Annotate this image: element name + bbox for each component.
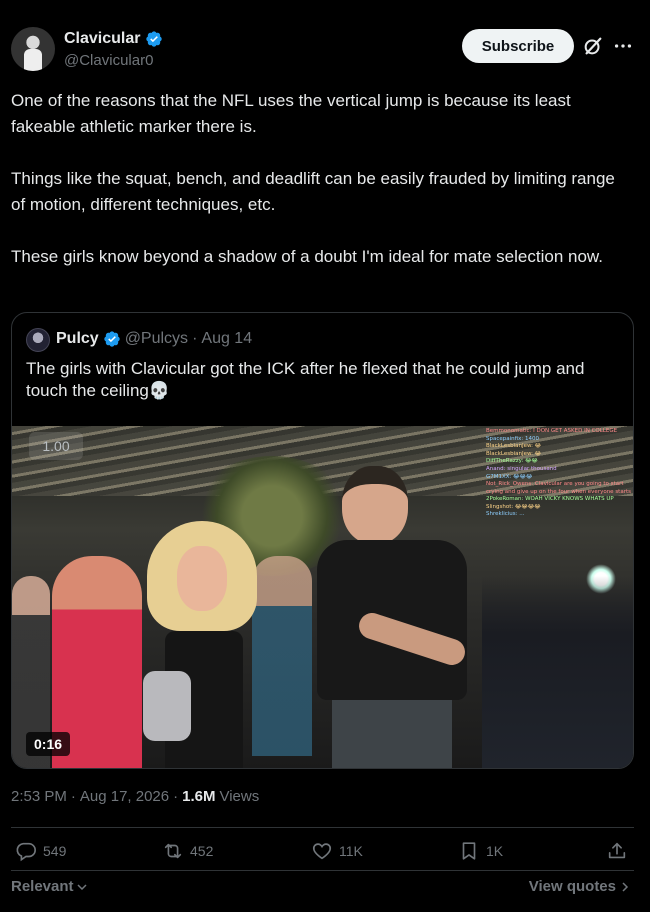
chevron-down-icon: [77, 883, 87, 890]
bookmark-count: 1K: [486, 843, 504, 859]
replies-footer: Relevant View quotes: [11, 878, 634, 898]
separator-dot: ·: [192, 330, 198, 347]
tweet-text: One of the reasons that the NFL uses the…: [11, 88, 626, 296]
video-frame-crowd: [482, 576, 633, 768]
author-handle[interactable]: @Clavicular0: [64, 52, 153, 69]
separator-dot: ·: [173, 788, 179, 805]
post-date[interactable]: Aug 17, 2026: [80, 788, 169, 805]
view-quotes-link[interactable]: View quotes: [529, 878, 630, 895]
quote-date[interactable]: Aug 14: [201, 330, 252, 348]
stream-chat-overlay: Bemmonomatic: I DON GET ASKED IN COLLEGE…: [482, 426, 633, 541]
chat-line: Spacepainfix: 1400: [486, 435, 539, 442]
quote-author-avatar[interactable]: [26, 328, 50, 352]
reply-count: 549: [43, 843, 67, 859]
chat-line: 2PokeRoman: WOAH VICKY KNOWS WHATS UP: [486, 496, 614, 503]
chat-line: Shreklicius: ...: [486, 511, 525, 518]
sort-label: Relevant: [11, 878, 74, 895]
chat-line: BlackLesbianJew: 😂: [486, 450, 542, 457]
like-count: 11K: [339, 843, 363, 859]
views-count: 1.6M: [182, 788, 216, 805]
separator-dot: ·: [70, 788, 76, 805]
like-button[interactable]: 11K: [311, 840, 363, 862]
tweet-paragraph: One of the reasons that the NFL uses the…: [11, 91, 571, 136]
repost-icon: [164, 843, 182, 859]
chat-line: Slingshot: 😂😂😂😂: [486, 503, 541, 510]
chat-line: Anand: singular thousand: [486, 465, 557, 472]
view-quotes-label: View quotes: [528, 878, 616, 895]
author-avatar[interactable]: [11, 27, 55, 71]
video-duration-badge: 0:16: [26, 732, 71, 756]
heart-icon: [312, 843, 332, 860]
repost-count: 452: [190, 843, 214, 859]
grok-icon[interactable]: [582, 35, 604, 57]
author-name[interactable]: Clavicular: [64, 30, 140, 48]
quoted-tweet[interactable]: Pulcy @Pulcys · Aug 14 The girls with Cl…: [11, 312, 634, 769]
playback-speed-badge[interactable]: 1.00: [29, 432, 83, 460]
tweet-paragraph: Things like the squat, bench, and deadli…: [11, 169, 615, 214]
chat-line: DiffTheRazzy: 😂😂: [486, 458, 538, 465]
author-name-row: Clavicular: [64, 30, 163, 48]
share-icon: [608, 842, 626, 859]
quote-author-row: Pulcy @Pulcys · Aug 14: [56, 330, 252, 348]
video-frame-man: [317, 466, 487, 768]
post-metadata: 2:53 PM · Aug 17, 2026 · 1.6M Views: [11, 788, 259, 805]
bookmark-icon: [462, 842, 476, 860]
post-header: Clavicular @Clavicular0 Subscribe: [0, 0, 650, 80]
chat-line: BlackLesbianJew: 😂: [486, 443, 542, 450]
reply-button[interactable]: 549: [15, 840, 66, 862]
quote-author-name[interactable]: Pulcy: [56, 330, 99, 348]
verified-badge-icon: [146, 31, 163, 47]
video-frame-girl: [143, 521, 257, 768]
quote-author-handle: @Pulcys: [124, 330, 189, 347]
more-options-icon[interactable]: [612, 35, 634, 57]
bookmark-button[interactable]: 1K: [458, 840, 503, 862]
verified-badge-icon: [104, 331, 120, 347]
chat-line: Bemmonomatic: I DON GET ASKED IN COLLEGE: [486, 428, 618, 434]
repost-button[interactable]: 452: [162, 840, 213, 862]
post-time[interactable]: 2:53 PM: [11, 788, 67, 805]
share-button[interactable]: [606, 840, 628, 862]
chat-line: G7M1XX: 😂😂😂: [486, 473, 533, 480]
reply-icon: [16, 842, 36, 862]
chevron-right-icon: [622, 881, 629, 892]
views-label: Views: [219, 788, 260, 805]
video-frame-person: [252, 556, 312, 756]
divider: [11, 870, 634, 871]
subscribe-button[interactable]: Subscribe: [462, 29, 574, 63]
chat-line: Not_Rick_Owens: Clavicular are you going…: [486, 481, 631, 495]
sort-dropdown[interactable]: Relevant: [11, 878, 88, 895]
tweet-paragraph: These girls know beyond a shadow of a do…: [11, 247, 603, 266]
quote-text: The girls with Clavicular got the ICK af…: [26, 359, 585, 400]
video-player[interactable]: Bemmonomatic: I DON GET ASKED IN COLLEGE…: [12, 426, 633, 768]
